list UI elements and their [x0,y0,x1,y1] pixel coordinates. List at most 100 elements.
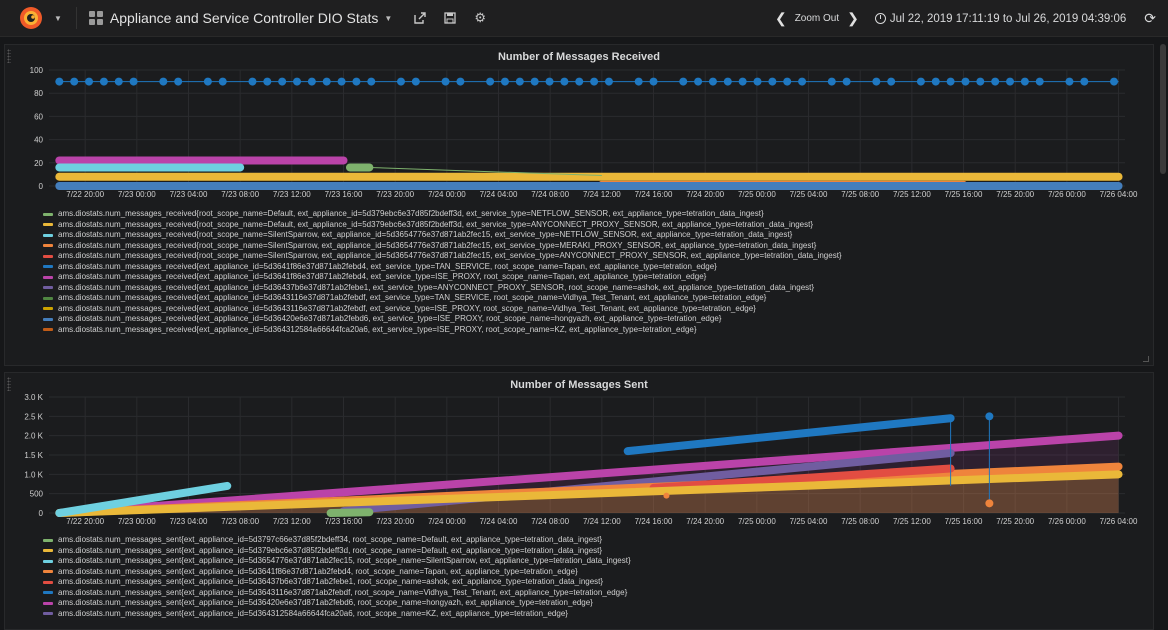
legend-item[interactable]: ams.diostats.num_messages_sent{ext_appli… [43,556,1143,567]
x-tick-label: 7/23 08:00 [221,190,259,199]
grafana-logo-icon[interactable] [14,3,48,33]
y-tick-label: 60 [34,112,43,121]
dashboard-grid-icon [88,11,103,25]
data-point [441,77,450,86]
x-tick-label: 7/26 00:00 [1048,190,1086,199]
dashboard-chevron-down-icon: ▼ [384,13,393,23]
legend-item[interactable]: ams.diostats.num_messages_received{ext_a… [43,325,1143,336]
data-point [738,77,747,86]
data-point [931,77,940,86]
legend-item[interactable]: ams.diostats.num_messages_received{ext_a… [43,293,1143,304]
x-tick-label: 7/23 12:00 [273,517,311,526]
legend-item[interactable]: ams.diostats.num_messages_sent{ext_appli… [43,567,1143,578]
dashboard-title: Appliance and Service Controller DIO Sta… [109,10,379,26]
share-button[interactable] [414,12,427,24]
legend-label: ams.diostats.num_messages_received{ext_a… [58,272,707,281]
messages-sent-graph[interactable]: 0 500 1.0 K 1.5 K 2.0 K 2.5 K 3.0 K 7/22 20:00 7… [5,373,1155,533]
data-point [916,77,925,86]
legend-swatch [43,233,53,237]
legend-item[interactable]: ams.diostats.num_messages_received{root_… [43,230,1143,241]
data-point [985,412,994,421]
panel-resize-handle[interactable] [1143,356,1149,362]
data-point [590,77,599,86]
legend-label: ams.diostats.num_messages_sent{ext_appli… [58,577,604,586]
data-point [55,77,64,86]
data-point [278,77,287,86]
legend-item[interactable]: ams.diostats.num_messages_received{root_… [43,251,1143,262]
panel-messages-received: Number of Messages Received 0 20 40 60 80 100… [4,44,1154,366]
legend-item[interactable]: ams.diostats.num_messages_received{ext_a… [43,283,1143,294]
legend-label: ams.diostats.num_messages_sent{ext_appli… [58,608,568,618]
x-tick-label: 7/24 12:00 [583,190,621,199]
refresh-icon[interactable]: ⟳ [1144,10,1156,27]
settings-gear-icon: ⚙ [474,10,486,25]
legend-item[interactable]: ams.diostats.num_messages_sent{ext_appli… [43,598,1143,609]
data-point [1006,77,1015,86]
data-point [842,77,851,86]
chevron-left-icon[interactable]: ❮ [767,10,795,27]
data-point [218,77,227,86]
legend-item[interactable]: ams.diostats.num_messages_sent{ext_appli… [43,588,1143,599]
dashboard-picker[interactable]: Appliance and Service Controller DIO Sta… [88,10,393,26]
legend-swatch [43,538,53,542]
data-point [827,77,836,86]
time-range-picker[interactable]: Jul 22, 2019 17:11:19 to Jul 26, 2019 04… [874,12,1127,25]
logo-chevron-down-icon[interactable]: ▼ [54,14,62,23]
y-tick-label: 2.0 K [24,432,43,441]
legend-label: ams.diostats.num_messages_received{ext_a… [58,314,722,323]
page-scrollbar[interactable] [1160,44,1166,174]
data-point [263,77,272,86]
legend-label: ams.diostats.num_messages_received{root_… [58,219,813,229]
data-point [159,77,168,86]
time-range-label: Jul 22, 2019 17:11:19 to Jul 26, 2019 04… [889,12,1127,25]
x-tick-label: 7/23 12:00 [273,190,311,199]
x-tick-label: 7/24 00:00 [428,190,466,199]
x-tick-label: 7/26 04:00 [1100,190,1138,199]
x-tick-label: 7/23 16:00 [325,190,363,199]
x-tick-label: 7/23 20:00 [376,517,414,526]
legend-swatch [43,559,53,563]
y-tick-label: 1.0 K [24,470,43,479]
legend-label: ams.diostats.num_messages_sent{ext_appli… [58,535,603,544]
legend-item[interactable]: ams.diostats.num_messages_sent{ext_appli… [43,535,1143,546]
x-tick-label: 7/24 20:00 [686,517,724,526]
data-point [530,77,539,86]
legend-item[interactable]: ams.diostats.num_messages_received{ext_a… [43,262,1143,273]
legend-label: ams.diostats.num_messages_received{ext_a… [58,261,717,271]
messages-received-graph[interactable]: 0 20 40 60 80 100 7/22 20:00 7/23 00:00 7/23 04:… [5,45,1155,205]
data-point [174,77,183,86]
save-button[interactable] [444,12,456,24]
legend-item[interactable]: ams.diostats.num_messages_received{ext_a… [43,314,1143,325]
x-tick-label: 7/23 04:00 [170,517,208,526]
data-point [486,77,495,86]
legend-swatch [43,328,53,332]
x-tick-label: 7/25 16:00 [945,517,983,526]
y-tick-label: 40 [34,136,43,145]
legend-item[interactable]: ams.diostats.num_messages_received{root_… [43,209,1143,220]
settings-button[interactable]: ⚙ [474,10,486,26]
data-point [694,77,703,86]
legend-swatch [43,307,53,311]
legend-item[interactable]: ams.diostats.num_messages_received{ext_a… [43,272,1143,283]
legend-item[interactable]: ams.diostats.num_messages_received{root_… [43,241,1143,252]
legend-item[interactable]: ams.diostats.num_messages_sent{ext_appli… [43,609,1143,620]
chevron-right-icon[interactable]: ❯ [839,10,867,27]
legend-item[interactable]: ams.diostats.num_messages_sent{ext_appli… [43,577,1143,588]
data-point [887,77,896,86]
time-controls: ❮ Zoom Out ❯ Jul 22, 2019 17:11:19 to Ju… [767,0,1156,37]
legend-item[interactable]: ams.diostats.num_messages_sent{ext_appli… [43,546,1143,557]
top-navbar: ▼ Appliance and Service Controller DIO S… [0,0,1168,37]
data-point [114,77,123,86]
zoom-out-button[interactable]: Zoom Out [795,13,839,24]
legend: ams.diostats.num_messages_sent{ext_appli… [43,535,1143,619]
legend-item[interactable]: ams.diostats.num_messages_received{root_… [43,220,1143,231]
legend-item[interactable]: ams.diostats.num_messages_received{ext_a… [43,304,1143,315]
data-point [753,77,762,86]
legend-label: ams.diostats.num_messages_received{root_… [58,251,842,260]
y-tick-label: 2.5 K [24,412,43,421]
legend-swatch [43,591,53,595]
legend-swatch [43,212,53,216]
data-point [976,77,985,86]
x-tick-label: 7/25 04:00 [790,190,828,199]
data-point [985,499,994,508]
